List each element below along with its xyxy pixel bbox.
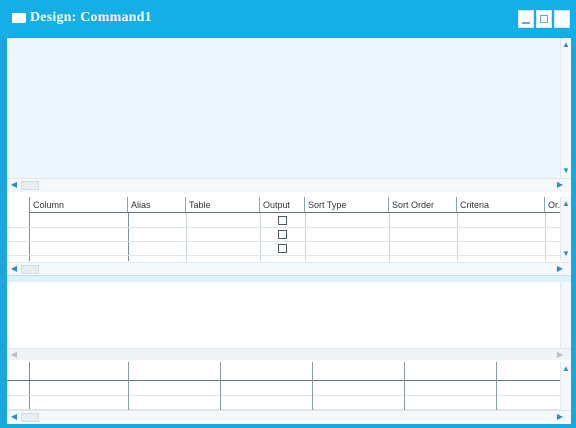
arrow-down-icon[interactable]: ▼ [561, 249, 571, 259]
column-header-column[interactable]: Column [30, 197, 128, 213]
results-vertical-scrollbar[interactable]: ▲ [560, 362, 571, 412]
column-header-alias[interactable]: Alias [128, 197, 186, 213]
diagram-horizontal-scrollbar[interactable]: ◀ ▶ [7, 178, 571, 190]
column-header-table[interactable]: Table [186, 197, 260, 213]
grid-horizontal-scrollbar[interactable]: ◀ ▶ [7, 262, 571, 274]
title-bar[interactable]: Design: Command1 [0, 0, 576, 38]
results-horizontal-scrollbar[interactable]: ◀ ▶ [7, 410, 571, 422]
output-checkbox[interactable] [278, 244, 287, 253]
grid-vertical-scrollbar[interactable]: ▲ ▼ [560, 197, 571, 261]
sql-horizontal-scrollbar[interactable]: ◀ ▶ [7, 348, 571, 360]
arrow-right-icon[interactable]: ▶ [555, 264, 565, 274]
diagram-pane[interactable]: ▲ ▼ [7, 38, 571, 192]
arrow-up-icon[interactable]: ▲ [561, 40, 571, 50]
criteria-grid[interactable]: Column Alias Table Output Sort Type Sort… [7, 197, 571, 261]
column-header-output[interactable]: Output [260, 197, 305, 213]
results-grid[interactable]: ▲ [7, 362, 571, 412]
arrow-left-icon[interactable]: ◀ [9, 264, 19, 274]
maximize-button[interactable] [536, 10, 552, 28]
designer-window: Design: Command1 ▲ ▼ ◀ ▶ Column Alias Ta… [0, 0, 576, 428]
result-row[interactable] [7, 395, 571, 410]
minimize-icon [522, 22, 530, 24]
close-button[interactable] [554, 10, 570, 28]
output-checkbox[interactable] [278, 230, 287, 239]
scroll-thumb[interactable] [21, 181, 39, 190]
grid-row[interactable] [7, 213, 571, 228]
window-title: Design: Command1 [30, 10, 152, 25]
column-header-sort-type[interactable]: Sort Type [305, 197, 389, 213]
grid-row[interactable] [7, 227, 571, 242]
arrow-left-icon[interactable]: ◀ [9, 350, 19, 360]
close-icon [558, 15, 566, 23]
arrow-left-icon[interactable]: ◀ [9, 412, 19, 422]
arrow-down-icon[interactable]: ▼ [561, 166, 571, 176]
window-icon [12, 13, 26, 23]
grid-row[interactable] [7, 241, 571, 256]
diagram-vertical-scrollbar[interactable]: ▲ ▼ [560, 38, 571, 192]
arrow-up-icon[interactable]: ▲ [561, 364, 571, 374]
arrow-right-icon[interactable]: ▶ [555, 350, 565, 360]
sql-pane[interactable] [7, 282, 571, 348]
arrow-up-icon[interactable]: ▲ [561, 199, 571, 209]
arrow-right-icon[interactable]: ▶ [555, 412, 565, 422]
sql-vertical-scrollbar[interactable] [560, 282, 571, 348]
column-header-sort-order[interactable]: Sort Order [389, 197, 457, 213]
maximize-icon [540, 15, 548, 23]
arrow-left-icon[interactable]: ◀ [9, 180, 19, 190]
column-header-or[interactable]: Or... [545, 197, 561, 213]
column-header-criteria[interactable]: Criteria [457, 197, 545, 213]
result-row[interactable] [7, 381, 571, 396]
minimize-button[interactable] [518, 10, 534, 28]
arrow-right-icon[interactable]: ▶ [555, 180, 565, 190]
pane-splitter[interactable] [7, 275, 571, 282]
output-checkbox[interactable] [278, 216, 287, 225]
scroll-thumb[interactable] [21, 413, 39, 422]
scroll-thumb[interactable] [21, 265, 39, 274]
